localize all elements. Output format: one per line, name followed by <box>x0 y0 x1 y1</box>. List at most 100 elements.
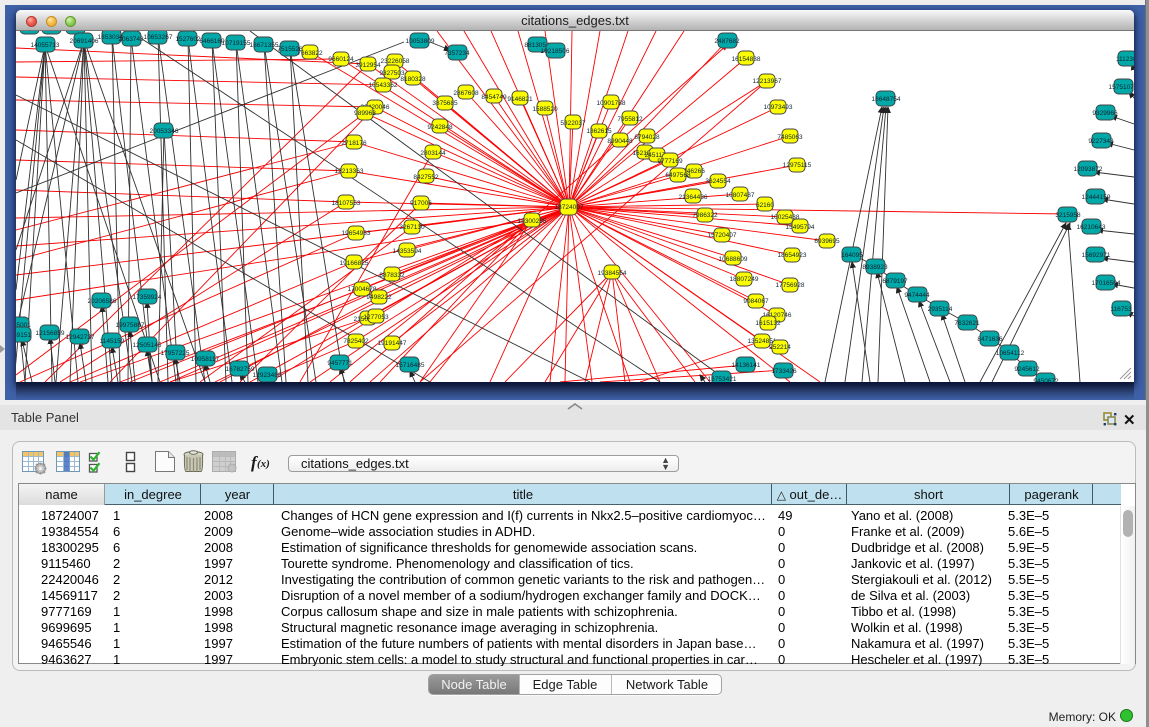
svg-text:18300295: 18300295 <box>518 218 547 225</box>
svg-text:17016504: 17016504 <box>1092 280 1121 287</box>
svg-text:62160: 62160 <box>756 202 774 209</box>
svg-text:1112384: 1112384 <box>1116 56 1134 63</box>
svg-text:10807487: 10807487 <box>726 192 755 199</box>
svg-text:18107553: 18107553 <box>332 200 361 207</box>
svg-text:8454749: 8454749 <box>481 94 507 101</box>
svg-text:6939695: 6939695 <box>814 238 840 245</box>
svg-text:17756928: 17756928 <box>776 282 805 289</box>
svg-text:9242848: 9242848 <box>427 124 453 131</box>
svg-text:9457771: 9457771 <box>327 360 353 367</box>
svg-text:19975887: 19975887 <box>116 322 145 329</box>
svg-text:12923488: 12923488 <box>253 372 282 379</box>
svg-text:1615132: 1615132 <box>755 320 781 327</box>
svg-text:2487682: 2487682 <box>714 38 740 45</box>
svg-text:12213967: 12213967 <box>753 78 782 85</box>
svg-text:12975115: 12975115 <box>783 162 812 169</box>
svg-text:8938923: 8938923 <box>862 264 888 271</box>
svg-text:6497568: 6497568 <box>665 172 691 179</box>
svg-text:19191447: 19191447 <box>378 340 407 347</box>
svg-text:116753: 116753 <box>1110 306 1132 313</box>
svg-text:12213363: 12213363 <box>335 168 364 175</box>
svg-text:9660124: 9660124 <box>328 56 354 63</box>
svg-text:9777169: 9777169 <box>657 158 683 165</box>
svg-text:2867608: 2867608 <box>453 90 479 97</box>
svg-text:1277053: 1277053 <box>363 314 389 321</box>
svg-text:8990448: 8990448 <box>607 138 633 145</box>
svg-text:9498222: 9498222 <box>366 294 392 301</box>
svg-text:917006: 917006 <box>410 200 432 207</box>
svg-text:10973493: 10973493 <box>764 104 793 111</box>
svg-text:1733426: 1733426 <box>771 368 797 375</box>
svg-text:19654933: 19654933 <box>342 230 371 237</box>
svg-text:10901788: 10901788 <box>597 100 626 107</box>
svg-text:3215958: 3215958 <box>1055 212 1081 219</box>
svg-text:16671355: 16671355 <box>250 42 279 49</box>
svg-text:6794028: 6794028 <box>634 134 660 141</box>
svg-text:5322037: 5322037 <box>560 120 586 127</box>
svg-text:15751074: 15751074 <box>1109 84 1134 91</box>
svg-text:10653267: 10653267 <box>144 34 173 41</box>
svg-text:7485063: 7485063 <box>777 134 803 141</box>
svg-text:21364436: 21364436 <box>679 194 708 201</box>
svg-text:1588520: 1588520 <box>532 106 558 113</box>
svg-text:3875685: 3875685 <box>432 100 458 107</box>
svg-text:3624554: 3624554 <box>705 178 731 185</box>
svg-text:9329966: 9329966 <box>1092 110 1118 117</box>
svg-text:989963: 989963 <box>354 110 376 117</box>
svg-text:15495794: 15495794 <box>786 224 815 231</box>
svg-text:16648754: 16648754 <box>872 96 901 103</box>
svg-text:16210643: 16210643 <box>1077 224 1106 231</box>
svg-text:2718176: 2718176 <box>341 140 367 147</box>
svg-text:17359924: 17359924 <box>133 294 162 301</box>
svg-text:8471636: 8471636 <box>977 336 1003 343</box>
svg-text:12156859: 12156859 <box>36 330 65 337</box>
svg-text:16154838: 16154838 <box>732 56 761 63</box>
svg-text:17957225: 17957225 <box>161 350 190 357</box>
svg-text:15692971: 15692971 <box>1082 252 1111 259</box>
svg-text:1362615: 1362615 <box>586 128 612 135</box>
svg-text:(x): (x) <box>257 458 270 470</box>
svg-text:3267130: 3267130 <box>399 224 425 231</box>
svg-text:9474444: 9474444 <box>904 292 930 299</box>
svg-text:39151: 39151 <box>16 332 31 339</box>
svg-text:8427552: 8427552 <box>413 174 439 181</box>
svg-text:19218506: 19218506 <box>541 48 570 55</box>
svg-text:9227343: 9227343 <box>1088 138 1114 145</box>
svg-text:8180328: 8180328 <box>400 76 426 83</box>
svg-text:18807249: 18807249 <box>730 276 759 283</box>
svg-text:1527602: 1527602 <box>175 36 201 43</box>
svg-text:16782759: 16782759 <box>226 366 255 373</box>
svg-text:20691406: 20691406 <box>70 38 99 45</box>
svg-text:23226058: 23226058 <box>381 58 410 65</box>
svg-text:10958117: 10958117 <box>191 356 220 363</box>
svg-text:20053346: 20053346 <box>150 128 179 135</box>
svg-text:7825402: 7825402 <box>343 338 369 345</box>
svg-text:18654923: 18654923 <box>778 252 807 259</box>
svg-text:12444159: 12444159 <box>1082 194 1111 201</box>
svg-text:1145159: 1145159 <box>100 338 125 345</box>
svg-text:12942737: 12942737 <box>66 334 95 341</box>
svg-text:7955812: 7955812 <box>617 116 643 123</box>
svg-text:8878332: 8878332 <box>379 272 405 279</box>
svg-text:3912954: 3912954 <box>355 62 381 69</box>
svg-text:16753421: 16753421 <box>708 376 737 382</box>
svg-text:7663822: 7663822 <box>297 50 323 57</box>
svg-text:6879197: 6879197 <box>882 278 908 285</box>
svg-text:9245612: 9245612 <box>1014 366 1040 373</box>
svg-text:19384554: 19384554 <box>598 270 627 277</box>
svg-text:7357234: 7357234 <box>444 50 470 57</box>
svg-text:14136141: 14136141 <box>732 362 761 369</box>
svg-text:18724007: 18724007 <box>555 204 584 211</box>
svg-text:252214: 252214 <box>769 344 791 351</box>
svg-text:9146821: 9146821 <box>507 96 533 103</box>
svg-text:14353594: 14353594 <box>393 248 422 255</box>
svg-text:15720407: 15720407 <box>708 232 737 239</box>
svg-text:14055713: 14055713 <box>31 42 60 49</box>
svg-text:20206586: 20206586 <box>88 298 117 305</box>
svg-text:7986322: 7986322 <box>692 212 718 219</box>
svg-text:15716485: 15716485 <box>396 362 425 369</box>
svg-text:9450672: 9450672 <box>1033 378 1059 382</box>
svg-text:10654112: 10654112 <box>996 350 1025 357</box>
svg-text:10053809: 10053809 <box>406 38 435 45</box>
svg-text:10543362: 10543362 <box>369 82 398 89</box>
